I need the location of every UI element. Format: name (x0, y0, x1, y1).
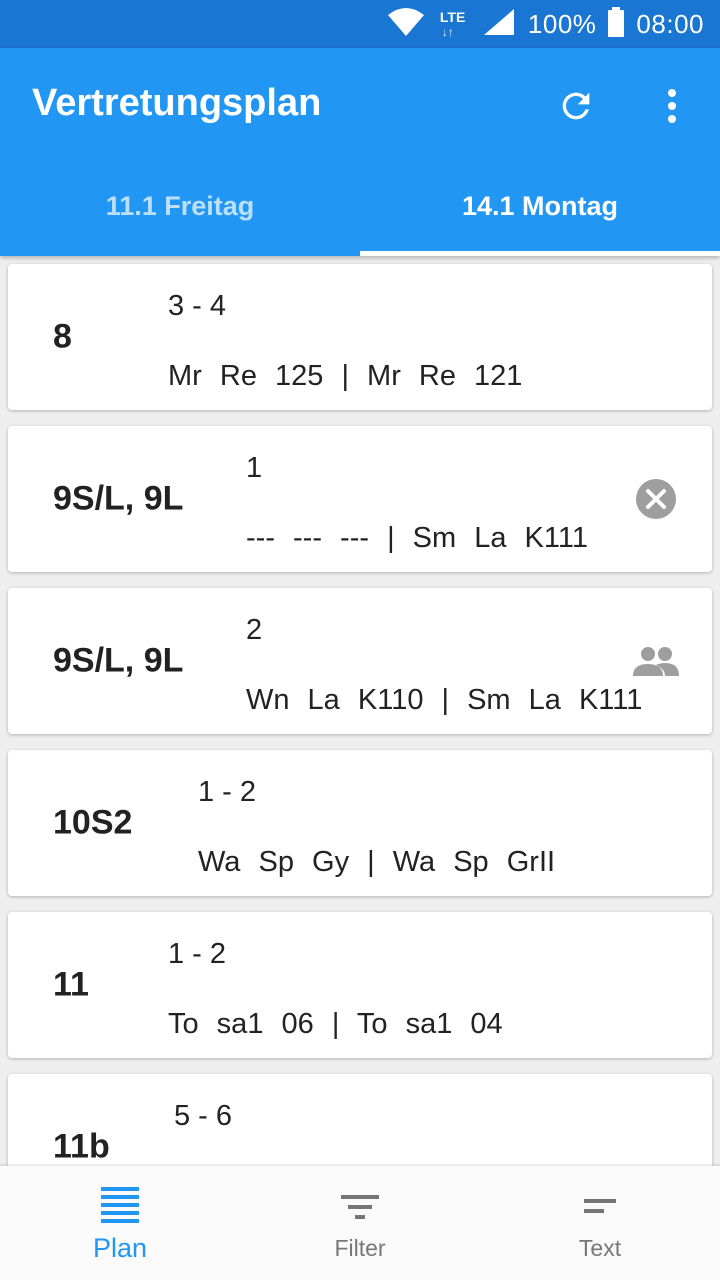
entry-detail: Mr Re 125 | Mr Re 121 (168, 360, 523, 392)
battery-icon (608, 6, 625, 42)
entry-hours: 1 - 2 (168, 938, 227, 970)
nav-label: Plan (92, 1232, 148, 1263)
entry-detail: Wa Sp Gy | Wa Sp GrII (198, 846, 556, 878)
cancel-icon (632, 475, 680, 523)
network-label: LTE (439, 9, 466, 25)
nav-filter[interactable]: Filter (240, 1166, 480, 1280)
entry-card[interactable]: 11b 5 - 6 (8, 1074, 712, 1166)
app-bar: Vertretungsplan 11.1 Freitag 14.1 Montag (0, 48, 720, 256)
entry-class: 9S/L, 9L (53, 641, 184, 680)
entry-class: 10S2 (53, 803, 133, 842)
nav-plan[interactable]: Plan (0, 1166, 240, 1280)
substitution-list[interactable]: 8 3 - 4 Mr Re 125 | Mr Re 121 9S/L, 9L 1… (0, 256, 720, 1166)
entry-card[interactable]: 9S/L, 9L 1 --- --- --- | Sm La K111 (8, 426, 712, 572)
bottom-navigation: Plan Filter Text (0, 1166, 720, 1280)
refresh-icon (562, 92, 590, 120)
entry-hours: 3 - 4 (168, 290, 227, 322)
tab-friday[interactable]: 11.1 Freitag (0, 156, 360, 256)
entry-class: 11b (53, 1127, 110, 1166)
battery-percent: 100% (527, 8, 597, 39)
signal-icon (482, 7, 516, 42)
status-icons: LTE ↓↑ 100% 08:00 (386, 0, 704, 48)
day-tabs: 11.1 Freitag 14.1 Montag (0, 156, 720, 256)
entry-hours: 1 (246, 452, 263, 484)
more-vert-icon (668, 89, 676, 123)
entry-card[interactable]: 10S2 1 - 2 Wa Sp Gy | Wa Sp GrII (8, 750, 712, 896)
entry-card[interactable]: 9S/L, 9L 2 Wn La K110 | Sm La K111 (8, 588, 712, 734)
list-icon (96, 1183, 144, 1227)
entry-hours: 1 - 2 (198, 776, 257, 808)
entry-class: 11 (53, 965, 89, 1004)
filter-icon (336, 1185, 384, 1229)
data-arrows-icon: ↓↑ (441, 25, 454, 39)
short-text-icon (576, 1185, 624, 1229)
wifi-icon (386, 7, 426, 42)
group-icon (632, 637, 680, 685)
nav-text[interactable]: Text (480, 1166, 720, 1280)
refresh-button[interactable] (552, 82, 600, 130)
status-bar: LTE ↓↑ 100% 08:00 (0, 0, 720, 48)
overflow-menu-button[interactable] (648, 82, 696, 130)
entry-detail: Wn La K110 | Sm La K111 (246, 684, 643, 716)
lte-indicator: LTE ↓↑ (438, 6, 470, 42)
tab-monday[interactable]: 14.1 Montag (360, 156, 720, 256)
entry-class: 9S/L, 9L (53, 479, 184, 518)
entry-hours: 2 (246, 614, 263, 646)
page-title: Vertretungsplan (32, 82, 322, 124)
entry-class: 8 (53, 317, 72, 356)
nav-label: Text (578, 1234, 622, 1261)
entry-detail: To sa1 06 | To sa1 04 (168, 1008, 503, 1040)
nav-label: Filter (334, 1234, 386, 1261)
clock: 08:00 (636, 8, 704, 39)
entry-card[interactable]: 8 3 - 4 Mr Re 125 | Mr Re 121 (8, 264, 712, 410)
entry-detail: --- --- --- | Sm La K111 (246, 522, 588, 554)
entry-card[interactable]: 11 1 - 2 To sa1 06 | To sa1 04 (8, 912, 712, 1058)
entry-hours: 5 - 6 (174, 1100, 233, 1132)
